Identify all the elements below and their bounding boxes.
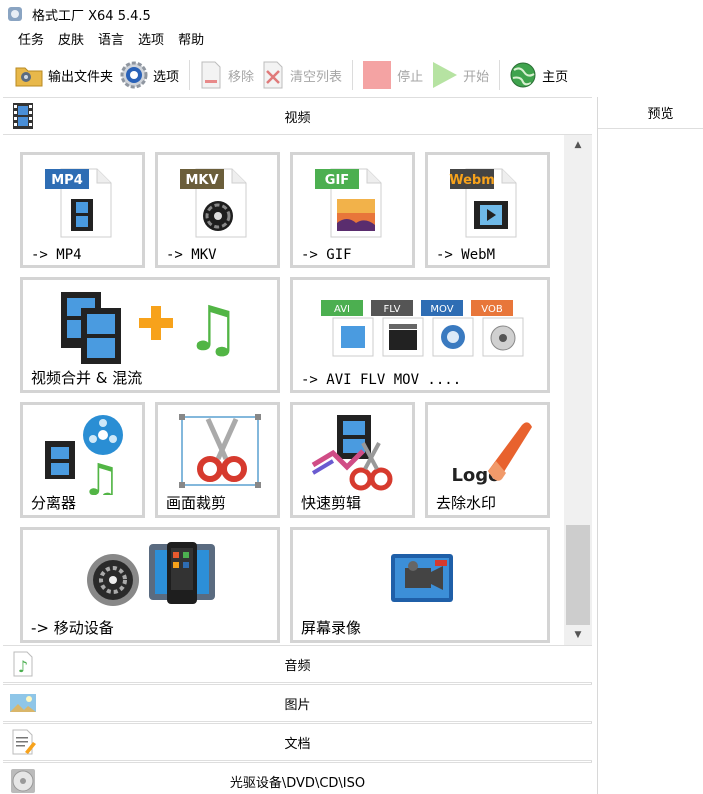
preview-header[interactable]: 预览 bbox=[598, 97, 703, 129]
gif-badge-text: GIF bbox=[325, 173, 349, 188]
vob-badge-text: VOB bbox=[481, 304, 503, 315]
video-grid-scrollbar[interactable]: ▲ ▼ bbox=[564, 135, 592, 645]
tile-label: 快速剪辑 bbox=[301, 494, 362, 512]
menu-bar: 任务 皮肤 语言 选项 帮助 bbox=[0, 30, 218, 52]
category-label: 图片 bbox=[284, 697, 311, 713]
category-document[interactable]: 文档 bbox=[3, 723, 592, 761]
tile-quick-cut[interactable]: 快速剪辑 bbox=[290, 402, 415, 518]
menu-help[interactable]: 帮助 bbox=[178, 30, 204, 52]
stop-icon bbox=[363, 61, 392, 89]
flv-badge-text: FLV bbox=[383, 304, 400, 315]
disc-icon bbox=[11, 769, 35, 793]
stop-button[interactable]: 停止 bbox=[361, 58, 423, 92]
tile-label: -> AVI FLV MOV .... bbox=[301, 372, 462, 388]
tile-to-multi-format[interactable]: AVI FLV MOV VOB -> AVI FLV MOV .... bbox=[290, 277, 550, 393]
mobile-device-icon bbox=[87, 542, 215, 606]
separator-icon: ♫ bbox=[45, 415, 123, 495]
category-audio[interactable]: ♪ 音频 bbox=[3, 645, 592, 683]
menu-language[interactable]: 语言 bbox=[98, 30, 124, 52]
video-tools-grid: MP4 -> MP4 MKV -> MKV GIF -> GIF Webm ->… bbox=[3, 135, 563, 645]
tile-label: -> WebM bbox=[436, 247, 496, 263]
menu-skin[interactable]: 皮肤 bbox=[58, 30, 84, 52]
clear-list-button[interactable]: 清空列表 bbox=[260, 58, 342, 92]
remove-document-icon bbox=[201, 61, 221, 89]
quick-cut-icon bbox=[311, 415, 393, 491]
tile-label: 视频合并 & 混流 bbox=[31, 369, 143, 387]
music-notes-glyph: ♫ bbox=[185, 292, 241, 365]
conversion-panel: 视频 MP4 -> MP4 MKV -> MKV GIF -> GIF Webm… bbox=[3, 97, 592, 794]
preview-label: 预览 bbox=[647, 107, 674, 122]
screen-record-icon bbox=[391, 554, 453, 602]
mp4-badge-text: MP4 bbox=[51, 173, 83, 188]
options-button[interactable]: 选项 bbox=[119, 58, 179, 92]
tile-label: 屏幕录像 bbox=[301, 619, 362, 637]
title-bar: 格式工厂 X64 5.4.5 bbox=[0, 0, 703, 28]
tile-to-mp4[interactable]: MP4 -> MP4 bbox=[20, 152, 145, 268]
tile-to-webm[interactable]: Webm -> WebM bbox=[425, 152, 550, 268]
start-button[interactable]: 开始 bbox=[429, 58, 489, 92]
toolbar-separator bbox=[189, 60, 191, 90]
video-merge-icon: ♫ bbox=[61, 292, 241, 365]
eraser-icon: Logo bbox=[451, 422, 532, 486]
gif-file-icon: GIF bbox=[315, 168, 382, 238]
document-icon bbox=[12, 729, 36, 755]
tile-mobile-device[interactable]: -> 移动设备 bbox=[20, 527, 280, 643]
tile-label: 画面裁剪 bbox=[166, 494, 227, 512]
category-label: 音频 bbox=[284, 658, 311, 674]
app-logo-icon bbox=[8, 7, 22, 21]
tile-crop[interactable]: 画面裁剪 bbox=[155, 402, 280, 518]
image-file-icon bbox=[10, 694, 36, 712]
multi-format-icon: AVI FLV MOV VOB bbox=[321, 300, 524, 357]
clear-list-icon bbox=[263, 61, 283, 89]
globe-icon bbox=[510, 62, 536, 88]
tile-label: -> GIF bbox=[301, 247, 352, 263]
webm-badge-text: Webm bbox=[449, 173, 495, 188]
home-button[interactable]: 主页 bbox=[508, 58, 568, 92]
tile-label: 分离器 bbox=[31, 494, 77, 512]
remove-button[interactable]: 移除 bbox=[198, 58, 254, 92]
film-strip-icon bbox=[13, 103, 33, 129]
tile-label: -> MKV bbox=[166, 247, 217, 263]
category-label: 光驱设备\DVD\CD\ISO bbox=[229, 775, 366, 791]
tile-to-gif[interactable]: GIF -> GIF bbox=[290, 152, 415, 268]
avi-badge-text: AVI bbox=[334, 304, 350, 315]
category-label: 文档 bbox=[284, 736, 311, 752]
folder-icon bbox=[15, 67, 43, 87]
mov-badge-text: MOV bbox=[430, 304, 453, 315]
tile-remove-watermark[interactable]: Logo 去除水印 bbox=[425, 402, 550, 518]
mkv-file-icon: MKV bbox=[180, 168, 247, 238]
menu-task[interactable]: 任务 bbox=[18, 30, 44, 52]
category-video[interactable]: 视频 bbox=[3, 97, 592, 135]
scroll-up-arrow-icon[interactable]: ▲ bbox=[564, 135, 592, 155]
tile-video-merge[interactable]: ♫ 视频合并 & 混流 bbox=[20, 277, 280, 393]
gear-icon bbox=[120, 61, 148, 89]
output-folder-button[interactable]: 输出文件夹 bbox=[14, 58, 113, 92]
scrollbar-thumb[interactable] bbox=[566, 525, 590, 625]
window-title: 格式工厂 X64 5.4.5 bbox=[32, 8, 151, 24]
tile-screen-record[interactable]: 屏幕录像 bbox=[290, 527, 550, 643]
toolbar-separator bbox=[499, 60, 501, 90]
category-label: 视频 bbox=[284, 110, 311, 126]
svg-text:♪: ♪ bbox=[18, 657, 28, 676]
scroll-down-arrow-icon[interactable]: ▼ bbox=[564, 625, 592, 645]
mp4-file-icon: MP4 bbox=[45, 168, 112, 238]
mkv-badge-text: MKV bbox=[185, 173, 218, 188]
crop-scissors-icon bbox=[179, 414, 261, 488]
tile-label: -> 移动设备 bbox=[31, 619, 114, 637]
music-note-glyph: ♫ bbox=[81, 455, 120, 495]
menu-options[interactable]: 选项 bbox=[138, 30, 164, 52]
audio-file-icon: ♪ bbox=[13, 651, 33, 677]
category-image[interactable]: 图片 bbox=[3, 684, 592, 722]
category-disc[interactable]: 光驱设备\DVD\CD\ISO bbox=[3, 762, 592, 794]
tile-to-mkv[interactable]: MKV -> MKV bbox=[155, 152, 280, 268]
tile-label: 去除水印 bbox=[436, 494, 497, 512]
play-icon bbox=[433, 62, 458, 88]
toolbar: 输出文件夹 选项 移除 清空列表 停止 开始 主页 bbox=[0, 56, 703, 94]
toolbar-separator bbox=[352, 60, 354, 90]
preview-panel: 预览 bbox=[597, 97, 703, 794]
tile-label: -> MP4 bbox=[31, 247, 82, 263]
webm-file-icon: Webm bbox=[449, 168, 517, 238]
tile-separator[interactable]: ♫ 分离器 bbox=[20, 402, 145, 518]
